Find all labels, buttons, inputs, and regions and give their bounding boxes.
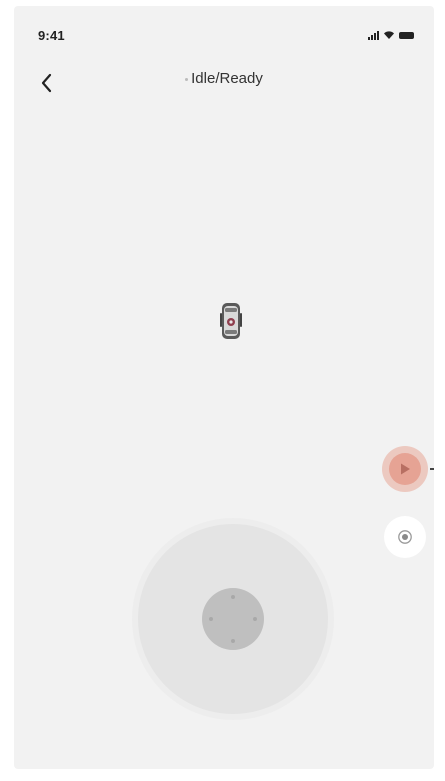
app-screen: 9:41 Idle/Ready: [14, 6, 434, 769]
status-bar: 9:41: [14, 6, 434, 58]
knob-up-dot: [231, 595, 235, 599]
play-pointer-mark: [430, 468, 434, 470]
play-button-inner: [389, 453, 421, 485]
battery-icon: [399, 32, 414, 39]
robot-icon: [220, 303, 242, 339]
status-icons: [368, 28, 414, 40]
knob-down-dot: [231, 639, 235, 643]
record-icon: [398, 530, 412, 544]
joystick[interactable]: [138, 524, 328, 714]
page-title-wrap: Idle/Ready: [14, 70, 434, 87]
play-button[interactable]: [382, 446, 434, 492]
status-time: 9:41: [38, 28, 65, 43]
signal-icon: [368, 30, 379, 40]
knob-left-dot: [209, 617, 213, 621]
nav-bar: Idle/Ready: [14, 62, 434, 106]
play-icon: [401, 463, 410, 475]
record-button[interactable]: [384, 516, 426, 558]
status-dot: [185, 77, 189, 81]
wifi-icon: [384, 31, 394, 39]
joystick-knob[interactable]: [202, 588, 264, 650]
page-title: Idle/Ready: [191, 70, 263, 87]
knob-right-dot: [253, 617, 257, 621]
